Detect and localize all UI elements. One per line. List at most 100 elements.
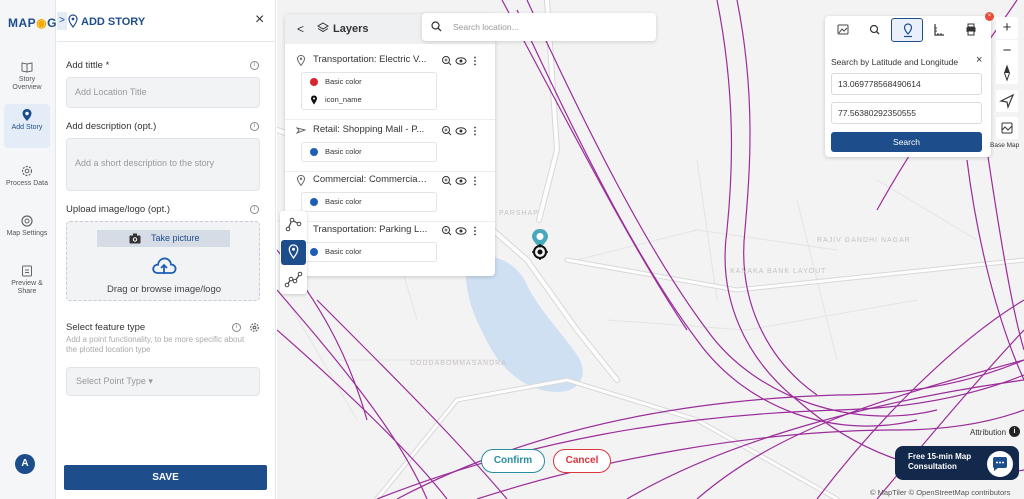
color-swatch bbox=[310, 78, 318, 86]
layer-style-box[interactable]: Basic color bbox=[301, 192, 437, 212]
base-map-button[interactable] bbox=[996, 117, 1018, 139]
polyline-icon bbox=[285, 217, 302, 232]
tab-map-image[interactable] bbox=[827, 18, 859, 42]
draw-tools-toolbar bbox=[280, 211, 307, 294]
latitude-input[interactable]: 13.069778568490614 bbox=[831, 73, 982, 95]
rail-item-process-data[interactable]: Process Data bbox=[4, 160, 50, 188]
rail-item-preview-share[interactable]: Preview & Share bbox=[4, 260, 50, 296]
location-pin-icon bbox=[903, 23, 913, 38]
locate-me-button[interactable] bbox=[996, 90, 1018, 112]
style-row: Basic color bbox=[302, 73, 436, 91]
rail-item-map-settings[interactable]: Map Settings bbox=[4, 210, 50, 238]
map-area-label: PARSHAP bbox=[499, 210, 539, 217]
layers-panel: < Layers Transportation: Electric V... B… bbox=[285, 14, 495, 276]
gear-icon[interactable] bbox=[249, 322, 260, 333]
location-pin-icon bbox=[68, 14, 78, 28]
save-button[interactable]: SAVE bbox=[64, 465, 267, 490]
rail-item-story-overview[interactable]: Story Overview bbox=[4, 56, 50, 92]
search-location-input[interactable]: Search location... bbox=[422, 13, 656, 41]
coordinate-search-button[interactable]: Search bbox=[831, 132, 982, 152]
compass-icon bbox=[1003, 64, 1011, 82]
layers-icon bbox=[317, 22, 329, 33]
gear-icon bbox=[21, 165, 33, 177]
panel-header: > ADD STORY × bbox=[57, 0, 276, 42]
layer-actions[interactable] bbox=[441, 175, 481, 187]
style-row: Basic color bbox=[302, 143, 436, 161]
layer-item[interactable]: Retail: Shopping Mall - P... Basic color bbox=[285, 122, 495, 172]
style-label: Basic color bbox=[325, 77, 362, 86]
confirm-button[interactable]: Confirm bbox=[481, 449, 545, 473]
map-marker-icon[interactable] bbox=[529, 228, 551, 262]
layer-actions[interactable] bbox=[441, 55, 481, 67]
map-area-label: RAJIV GANDHI NAGAR bbox=[817, 237, 911, 244]
close-badge[interactable]: × bbox=[985, 12, 994, 21]
color-swatch bbox=[310, 198, 318, 206]
color-swatch bbox=[310, 248, 318, 256]
feature-type-label: Select feature type bbox=[66, 322, 146, 333]
layers-title: Layers bbox=[333, 23, 369, 35]
close-panel-button[interactable]: × bbox=[255, 12, 264, 28]
description-field-label: Add description (opt.) bbox=[66, 121, 157, 132]
location-pin-icon bbox=[288, 244, 299, 260]
attribution-link[interactable]: Attribution bbox=[970, 428, 1006, 437]
style-label: Basic color bbox=[325, 247, 362, 256]
draw-polygon-tool[interactable] bbox=[281, 267, 306, 292]
longitude-input[interactable]: 77.56380292350555 bbox=[831, 102, 982, 124]
layer-item[interactable]: Commercial: Commercial ... Basic color bbox=[285, 172, 495, 222]
compass-button[interactable] bbox=[996, 62, 1018, 84]
point-type-select[interactable]: Select Point Type ▾ bbox=[66, 367, 260, 396]
layer-style-box[interactable]: Basic color icon_name bbox=[301, 72, 437, 110]
book-icon bbox=[21, 62, 33, 73]
app-logo[interactable]: MAP◉G bbox=[8, 16, 57, 30]
back-button[interactable]: < bbox=[297, 22, 304, 36]
search-icon bbox=[869, 24, 880, 35]
draw-line-tool[interactable] bbox=[281, 212, 306, 237]
info-icon[interactable]: i bbox=[250, 61, 259, 70]
rail-item-label: Preview & Share bbox=[11, 280, 43, 295]
rail-item-label: Story Overview bbox=[12, 76, 42, 91]
info-icon[interactable]: i bbox=[250, 122, 259, 131]
panel-title: ADD STORY bbox=[81, 16, 146, 28]
close-coordinate-panel-button[interactable]: × bbox=[976, 54, 982, 66]
info-icon[interactable]: i bbox=[250, 205, 259, 214]
lake-shape bbox=[466, 256, 583, 392]
layer-item[interactable]: Transportation: Electric V... Basic colo… bbox=[285, 52, 495, 120]
draw-point-tool[interactable] bbox=[281, 240, 306, 265]
description-input[interactable]: Add a short description to the story bbox=[66, 138, 260, 191]
rail-item-add-story[interactable]: Add Story bbox=[4, 104, 50, 148]
location-pin-icon bbox=[311, 95, 317, 105]
zoom-out-button[interactable]: − bbox=[996, 40, 1018, 62]
take-picture-button[interactable]: Take picture bbox=[97, 230, 230, 247]
tab-lat-long[interactable] bbox=[891, 18, 923, 42]
settings-icon bbox=[21, 215, 33, 227]
info-icon[interactable]: i bbox=[232, 323, 241, 332]
info-icon[interactable]: i bbox=[1009, 426, 1020, 437]
layer-name: Transportation: Parking L... bbox=[313, 224, 428, 235]
upload-dropzone[interactable]: Take picture Drag or browse image/logo bbox=[66, 221, 260, 301]
cancel-button[interactable]: Cancel bbox=[553, 449, 611, 473]
location-pin-icon bbox=[22, 109, 32, 121]
print-icon bbox=[966, 23, 976, 36]
layer-item[interactable]: Transportation: Parking L... Basic color bbox=[285, 222, 495, 272]
layer-style-box[interactable]: Basic color bbox=[301, 242, 437, 262]
zoom-in-button[interactable]: + bbox=[996, 17, 1018, 39]
style-label: Basic color bbox=[325, 197, 362, 206]
tab-measure[interactable] bbox=[923, 18, 955, 42]
tab-print[interactable] bbox=[955, 18, 987, 42]
tab-search[interactable] bbox=[859, 18, 891, 42]
base-map-label: Base Map bbox=[990, 142, 1020, 149]
feature-type-hint: Add a point functionality, to be more sp… bbox=[66, 335, 245, 354]
airplane-icon bbox=[296, 127, 306, 134]
title-input[interactable]: Add Location Title bbox=[66, 77, 260, 108]
collapse-panel-button[interactable]: > bbox=[57, 12, 67, 30]
take-picture-label: Take picture bbox=[151, 233, 200, 243]
color-swatch bbox=[310, 148, 318, 156]
rail-item-label: Add Story bbox=[11, 124, 43, 131]
drag-browse-text: Drag or browse image/logo bbox=[106, 284, 222, 295]
location-pin-icon bbox=[296, 175, 306, 186]
user-avatar[interactable]: A bbox=[15, 454, 35, 474]
layer-actions[interactable] bbox=[441, 125, 481, 137]
chat-button[interactable] bbox=[987, 451, 1013, 477]
layer-actions[interactable] bbox=[441, 225, 481, 237]
layer-style-box[interactable]: Basic color bbox=[301, 142, 437, 162]
